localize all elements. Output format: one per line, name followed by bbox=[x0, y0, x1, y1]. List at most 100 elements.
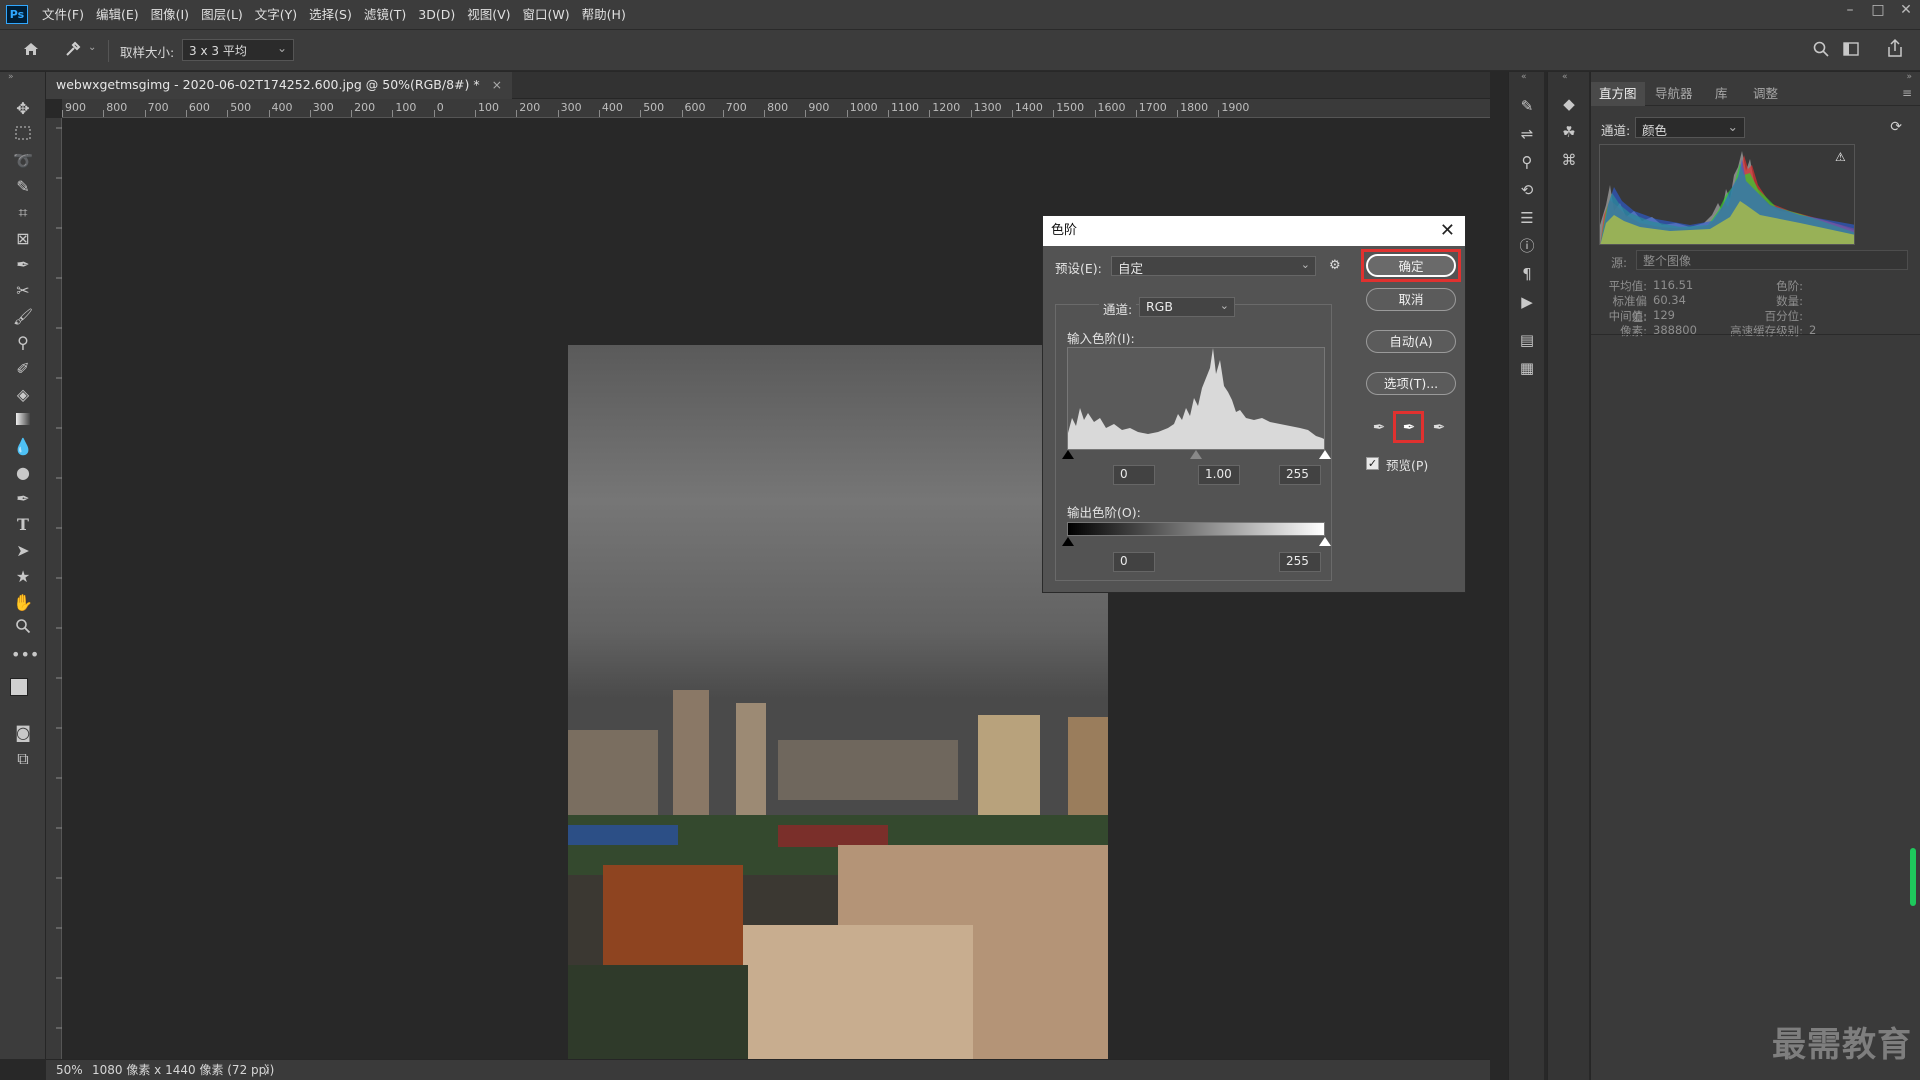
output-black-field[interactable]: 0 bbox=[1113, 552, 1155, 572]
document-tab[interactable]: webwxgetmsgimg - 2020-06-02T174252.600.j… bbox=[46, 72, 513, 99]
tab-histogram[interactable]: 直方图 bbox=[1591, 82, 1645, 106]
color-swatches[interactable] bbox=[10, 678, 38, 708]
close-window-button[interactable]: ✕ bbox=[1892, 0, 1920, 22]
quick-selection-tool-icon[interactable]: ✎ bbox=[11, 176, 35, 198]
zoom-tool-icon[interactable] bbox=[11, 618, 35, 640]
healing-brush-tool-icon[interactable]: ✂ bbox=[11, 280, 35, 302]
info-icon[interactable]: ⓘ bbox=[1516, 236, 1538, 256]
menu-select[interactable]: 选择(S) bbox=[303, 0, 358, 29]
crop-tool-icon[interactable]: ⌗ bbox=[11, 202, 35, 224]
input-white-slider[interactable] bbox=[1319, 450, 1331, 459]
eyedropper-tool-icon[interactable] bbox=[64, 40, 84, 60]
white-point-eyedropper-icon[interactable]: ✒ bbox=[1428, 416, 1450, 438]
pen-tool-icon[interactable]: ✒ bbox=[11, 488, 35, 510]
collapse-panels-icon[interactable]: « bbox=[1521, 72, 1527, 82]
sample-size-select[interactable]: 3 x 3 平均 ⌄ bbox=[182, 39, 294, 61]
minimize-button[interactable]: – bbox=[1836, 0, 1864, 22]
menu-window[interactable]: 窗口(W) bbox=[517, 0, 576, 29]
collapse-panels-icon[interactable]: « bbox=[1562, 72, 1568, 82]
ok-button[interactable]: 确定 bbox=[1366, 254, 1456, 277]
menu-image[interactable]: 图像(I) bbox=[145, 0, 195, 29]
clone-source-icon[interactable]: ⚲ bbox=[1516, 152, 1538, 172]
channel-select[interactable]: RGB ⌄ bbox=[1139, 297, 1235, 317]
home-icon[interactable] bbox=[22, 40, 42, 60]
blur-tool-icon[interactable]: 💧 bbox=[11, 436, 35, 458]
screen-mode-icon[interactable]: ⧉ bbox=[11, 748, 35, 770]
close-tab-icon[interactable]: × bbox=[492, 77, 502, 92]
output-black-slider[interactable] bbox=[1062, 537, 1074, 546]
menu-file[interactable]: 文件(F) bbox=[36, 0, 90, 29]
notes-icon[interactable]: ▦ bbox=[1516, 358, 1538, 378]
gradient-tool-icon[interactable] bbox=[11, 410, 35, 432]
menu-3d[interactable]: 3D(D) bbox=[412, 0, 461, 29]
channels-icon[interactable]: ☘ bbox=[1558, 122, 1580, 142]
document-image[interactable] bbox=[568, 345, 1108, 1065]
output-white-slider[interactable] bbox=[1319, 537, 1331, 546]
auto-button[interactable]: 自动(A) bbox=[1366, 330, 1456, 353]
close-icon[interactable]: ✕ bbox=[1440, 216, 1455, 246]
paragraph-icon[interactable]: ¶ bbox=[1516, 264, 1538, 284]
history-icon[interactable]: ⟲ bbox=[1516, 180, 1538, 200]
expand-panel-icon[interactable]: » bbox=[1906, 72, 1912, 82]
input-gamma-field[interactable]: 1.00 bbox=[1198, 465, 1240, 485]
menu-filter[interactable]: 滤镜(T) bbox=[358, 0, 412, 29]
levels-dialog-titlebar[interactable]: 色阶 ✕ bbox=[1043, 216, 1465, 246]
input-black-slider[interactable] bbox=[1062, 450, 1074, 459]
menu-type[interactable]: 文字(Y) bbox=[249, 0, 303, 29]
properties-icon[interactable]: ☰ bbox=[1516, 208, 1538, 228]
foreground-color-swatch[interactable] bbox=[10, 678, 28, 696]
scroll-indicator[interactable] bbox=[1910, 848, 1916, 906]
paths-icon[interactable]: ⌘ bbox=[1558, 150, 1580, 170]
marquee-tool-icon[interactable] bbox=[11, 124, 35, 146]
search-icon[interactable] bbox=[1812, 40, 1832, 60]
cache-warning-icon[interactable]: ⚠ bbox=[1835, 150, 1849, 164]
status-menu-arrow-icon[interactable]: 〉 bbox=[264, 1060, 276, 1080]
menu-edit[interactable]: 编辑(E) bbox=[90, 0, 145, 29]
brush-tool-icon[interactable]: 🖌 bbox=[11, 306, 35, 328]
brush-settings-icon[interactable]: ✎ bbox=[1516, 96, 1538, 116]
move-tool-icon[interactable]: ✥ bbox=[11, 98, 35, 120]
options-button[interactable]: 选项(T)... bbox=[1366, 372, 1456, 395]
clone-stamp-tool-icon[interactable]: ⚲ bbox=[11, 332, 35, 354]
brushes-icon[interactable]: ⇌ bbox=[1516, 124, 1538, 144]
dodge-tool-icon[interactable]: ● bbox=[11, 462, 35, 484]
actions-play-icon[interactable]: ▶ bbox=[1516, 292, 1538, 312]
restore-button[interactable]: □ bbox=[1864, 0, 1892, 22]
glyphs-icon[interactable]: ▤ bbox=[1516, 330, 1538, 350]
share-icon[interactable] bbox=[1886, 38, 1906, 58]
preview-checkbox[interactable]: ✓ bbox=[1366, 457, 1379, 470]
menu-view[interactable]: 视图(V) bbox=[461, 0, 516, 29]
tab-adjustments[interactable]: 调整 bbox=[1745, 82, 1786, 106]
quick-mask-icon[interactable]: ◙ bbox=[11, 722, 35, 744]
menu-help[interactable]: 帮助(H) bbox=[576, 0, 632, 29]
history-brush-tool-icon[interactable]: ✐ bbox=[11, 358, 35, 380]
layers-icon[interactable]: ◆ bbox=[1558, 94, 1580, 114]
cancel-button[interactable]: 取消 bbox=[1366, 288, 1456, 311]
source-select[interactable]: 整个图像 bbox=[1636, 250, 1908, 270]
histogram-channel-select[interactable]: 颜色 ⌄ bbox=[1635, 117, 1745, 138]
eyedropper-icon[interactable]: ✒ bbox=[11, 254, 35, 276]
zoom-level[interactable]: 50% bbox=[56, 1060, 83, 1080]
tab-libraries[interactable]: 库 bbox=[1707, 82, 1736, 106]
preset-settings-gear-icon[interactable]: ⚙ bbox=[1329, 258, 1341, 273]
panel-menu-icon[interactable]: ≡ bbox=[1902, 86, 1912, 100]
input-gamma-slider[interactable] bbox=[1190, 450, 1202, 459]
collapse-toolbar-icon[interactable]: » bbox=[8, 72, 14, 82]
workspace-icon[interactable] bbox=[1842, 40, 1862, 60]
eraser-tool-icon[interactable]: ◈ bbox=[11, 384, 35, 406]
input-black-field[interactable]: 0 bbox=[1113, 465, 1155, 485]
gray-point-eyedropper-icon[interactable]: ✒ bbox=[1398, 416, 1420, 438]
more-tools-icon[interactable]: ••• bbox=[11, 644, 39, 666]
refresh-icon[interactable]: ⟳ bbox=[1890, 119, 1902, 135]
lasso-tool-icon[interactable]: ➰ bbox=[11, 150, 35, 172]
black-point-eyedropper-icon[interactable]: ✒ bbox=[1368, 416, 1390, 438]
shape-tool-icon[interactable]: ★ bbox=[11, 566, 35, 588]
output-white-field[interactable]: 255 bbox=[1279, 552, 1321, 572]
frame-tool-icon[interactable]: ⊠ bbox=[11, 228, 35, 250]
hand-tool-icon[interactable]: ✋ bbox=[11, 592, 35, 614]
tool-preset-chevron-icon[interactable]: ⌄ bbox=[88, 42, 96, 53]
menu-layer[interactable]: 图层(L) bbox=[195, 0, 249, 29]
type-tool-icon[interactable]: T bbox=[11, 514, 35, 536]
path-selection-tool-icon[interactable]: ➤ bbox=[11, 540, 35, 562]
input-white-field[interactable]: 255 bbox=[1279, 465, 1321, 485]
